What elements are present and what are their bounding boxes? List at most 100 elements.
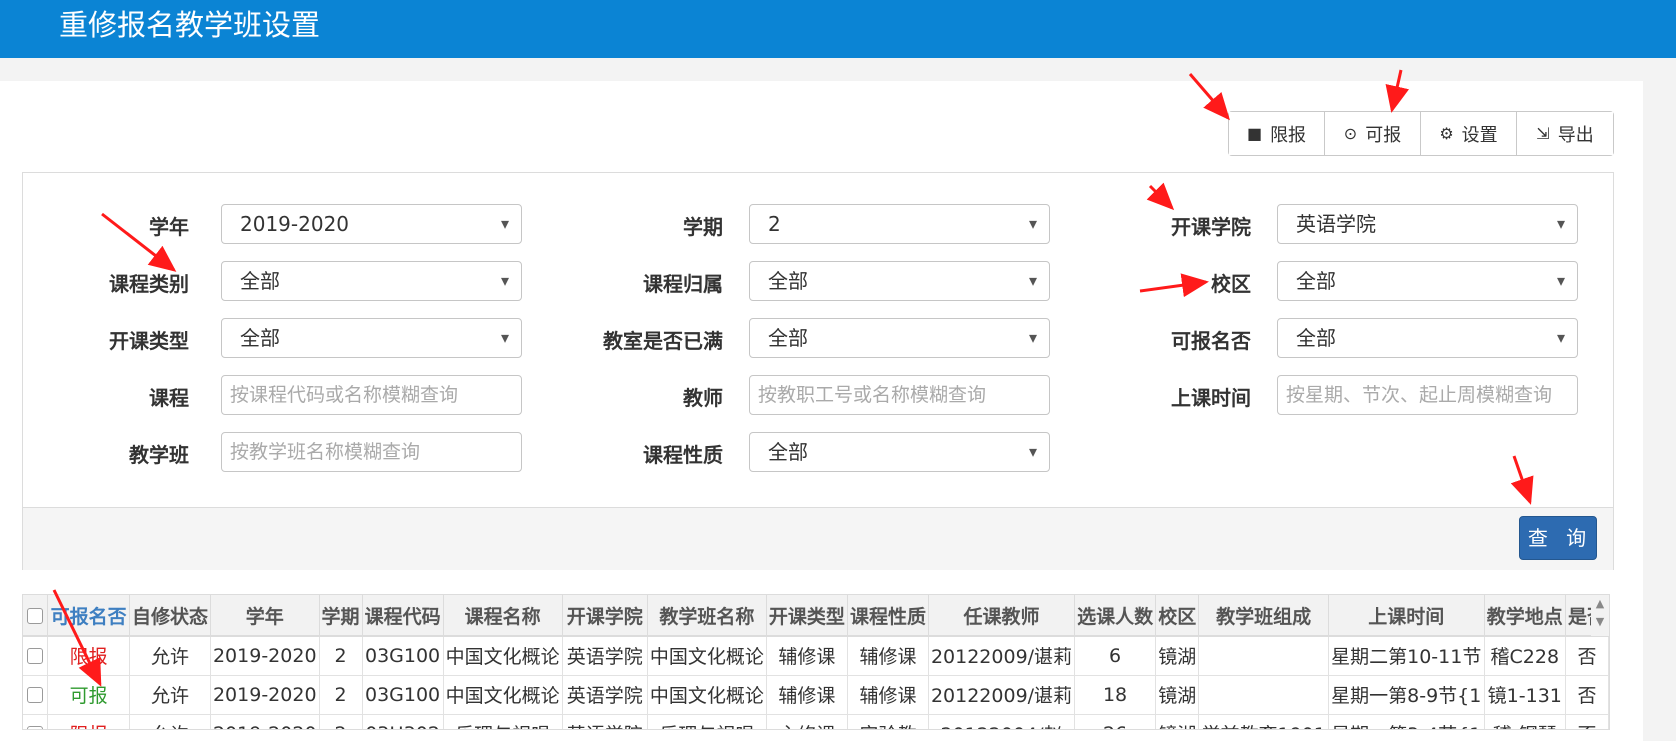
label-classroom-full: 教室是否已满 bbox=[603, 329, 723, 353]
table-row[interactable]: 限报 允许 2019-2020 2 03H302 乐理与视唱 英语学院 乐理与视… bbox=[23, 714, 1609, 729]
results-table: 可报名否 自修状态 学年 学期 课程代码 课程名称 开课学院 教学班名称 开课类… bbox=[22, 594, 1610, 730]
course-type-select[interactable]: 全部 bbox=[221, 318, 522, 358]
column-header[interactable]: 教学地点 bbox=[1484, 595, 1566, 637]
college-select[interactable]: 英语学院 bbox=[1277, 204, 1578, 244]
column-header[interactable]: 校区 bbox=[1155, 595, 1200, 637]
table-cell: 主修课 bbox=[766, 714, 848, 729]
table-cell: 镜湖 bbox=[1155, 636, 1200, 676]
column-header[interactable]: 选课人数 bbox=[1074, 595, 1157, 637]
play-circle-icon: ⊙ bbox=[1343, 124, 1358, 143]
column-header[interactable]: 开课学院 bbox=[562, 595, 648, 637]
table-cell: 6 bbox=[1074, 636, 1157, 676]
course-nature-select[interactable]: 全部 bbox=[749, 432, 1050, 472]
table-cell: 03G100 bbox=[362, 675, 444, 715]
select-all-checkbox[interactable] bbox=[27, 607, 44, 624]
export-button[interactable]: ⇲ 导出 bbox=[1517, 112, 1613, 155]
table-cell: 学前教育1901 bbox=[1198, 714, 1329, 729]
classroom-full-select[interactable]: 全部 bbox=[749, 318, 1050, 358]
column-header[interactable]: 课程名称 bbox=[443, 595, 563, 637]
table-cell: 2019-2020 bbox=[210, 675, 320, 715]
table-header-row: 可报名否 自修状态 学年 学期 课程代码 课程名称 开课学院 教学班名称 开课类… bbox=[23, 595, 1609, 637]
row-checkbox[interactable] bbox=[27, 726, 44, 729]
table-cell: 03H302 bbox=[362, 714, 444, 729]
row-checkbox[interactable] bbox=[27, 687, 44, 703]
allow-button-label: 可报 bbox=[1365, 124, 1402, 146]
table-cell: 辅修课 bbox=[847, 636, 929, 676]
table-cell: 2 bbox=[319, 714, 363, 729]
table-cell: 2 bbox=[319, 675, 363, 715]
allow-button[interactable]: ⊙ 可报 bbox=[1325, 112, 1421, 155]
table-scrollbar[interactable]: ▲ ▼ bbox=[1591, 595, 1609, 636]
column-header[interactable]: 上课时间 bbox=[1328, 595, 1485, 637]
label-campus: 校区 bbox=[1211, 272, 1251, 296]
teacher-search-input[interactable]: 按教职工号或名称模糊查询 bbox=[749, 375, 1050, 415]
label-course-type: 开课类型 bbox=[109, 329, 189, 353]
label-course-category: 课程类别 bbox=[109, 272, 189, 296]
column-header[interactable]: 任课教师 bbox=[928, 595, 1076, 637]
table-cell: 乐理与视唱 bbox=[647, 714, 767, 729]
table-cell: 实验教 bbox=[847, 714, 929, 729]
table-cell: 限报 bbox=[47, 714, 130, 729]
table-cell: 允许 bbox=[129, 675, 211, 715]
campus-select[interactable]: 全部 bbox=[1277, 261, 1578, 301]
academic-year-select[interactable]: 2019-2020 bbox=[221, 204, 522, 244]
search-form: 学年 2019-2020 学期 2 开课学院 英语学院 课程类别 全部 课程归属… bbox=[22, 172, 1614, 570]
label-class-time: 上课时间 bbox=[1171, 386, 1251, 410]
restrict-button[interactable]: ■ 限报 bbox=[1229, 112, 1325, 155]
course-category-select[interactable]: 全部 bbox=[221, 261, 522, 301]
label-course: 课程 bbox=[149, 386, 189, 410]
row-select-cell bbox=[23, 636, 49, 676]
table-cell: 2019-2020 bbox=[210, 714, 320, 729]
can-register-select[interactable]: 全部 bbox=[1277, 318, 1578, 358]
table-cell: 26 bbox=[1074, 714, 1157, 729]
table-cell: 18 bbox=[1074, 675, 1157, 715]
column-header[interactable]: 自修状态 bbox=[129, 595, 211, 637]
table-cell: 辅修课 bbox=[766, 636, 848, 676]
column-header[interactable]: 教学班名称 bbox=[647, 595, 767, 637]
table-cell: 03G100 bbox=[362, 636, 444, 676]
form-footer bbox=[23, 507, 1613, 570]
column-header[interactable]: 开课类型 bbox=[766, 595, 848, 637]
table-cell: 中国文化概论 bbox=[647, 636, 767, 676]
course-ownership-select[interactable]: 全部 bbox=[749, 261, 1050, 301]
table-cell: 镜湖 bbox=[1155, 675, 1200, 715]
table-cell: 20122004/赵 bbox=[928, 714, 1076, 729]
table-cell: 否 bbox=[1565, 636, 1609, 676]
query-button[interactable]: 查 询 bbox=[1519, 516, 1597, 560]
teaching-class-search-input[interactable]: 按教学班名称模糊查询 bbox=[221, 432, 522, 472]
label-course-ownership: 课程归属 bbox=[643, 272, 723, 296]
settings-button-label: 设置 bbox=[1461, 124, 1498, 146]
table-cell: 中国文化概论 bbox=[443, 636, 563, 676]
class-time-search-input[interactable]: 按星期、节次、起止周模糊查询 bbox=[1277, 375, 1578, 415]
page-header: 重修报名教学班设置 bbox=[0, 0, 1676, 58]
label-course-nature: 课程性质 bbox=[643, 443, 723, 467]
settings-button[interactable]: ⚙ 设置 bbox=[1421, 112, 1517, 155]
label-academic-year: 学年 bbox=[149, 215, 189, 239]
table-cell: 2019-2020 bbox=[210, 636, 320, 676]
table-cell: 镜湖 bbox=[1155, 714, 1200, 729]
column-header[interactable]: 课程性质 bbox=[847, 595, 929, 637]
table-cell bbox=[1198, 675, 1329, 715]
table-cell: 星期一第3-4节{1 bbox=[1328, 714, 1485, 729]
select-all-header bbox=[23, 595, 49, 637]
table-cell: 中国文化概论 bbox=[647, 675, 767, 715]
semester-select[interactable]: 2 bbox=[749, 204, 1050, 244]
row-checkbox[interactable] bbox=[27, 648, 44, 665]
course-search-input[interactable]: 按课程代码或名称模糊查询 bbox=[221, 375, 522, 415]
column-header[interactable]: 教学班组成 bbox=[1198, 595, 1329, 637]
table-cell: 允许 bbox=[129, 636, 211, 676]
column-header[interactable]: 课程代码 bbox=[362, 595, 444, 637]
column-header[interactable]: 可报名否 bbox=[47, 595, 130, 637]
table-cell: 20122009/谌莉 bbox=[928, 636, 1076, 676]
table-cell: 可报 bbox=[47, 675, 130, 715]
table-row[interactable]: 限报 允许 2019-2020 2 03G100 中国文化概论 英语学院 中国文… bbox=[23, 636, 1609, 676]
table-cell: 英语学院 bbox=[562, 714, 648, 729]
table-row[interactable]: 可报 允许 2019-2020 2 03G100 中国文化概论 英语学院 中国文… bbox=[23, 675, 1609, 715]
table-cell bbox=[1198, 636, 1329, 676]
column-header[interactable]: 学期 bbox=[319, 595, 363, 637]
restrict-button-label: 限报 bbox=[1270, 124, 1307, 146]
action-toolbar: ■ 限报 ⊙ 可报 ⚙ 设置 ⇲ 导出 bbox=[1228, 111, 1614, 156]
column-header[interactable]: 学年 bbox=[210, 595, 320, 637]
table-cell: 辅修课 bbox=[847, 675, 929, 715]
table-cell: 乐理与视唱 bbox=[443, 714, 563, 729]
